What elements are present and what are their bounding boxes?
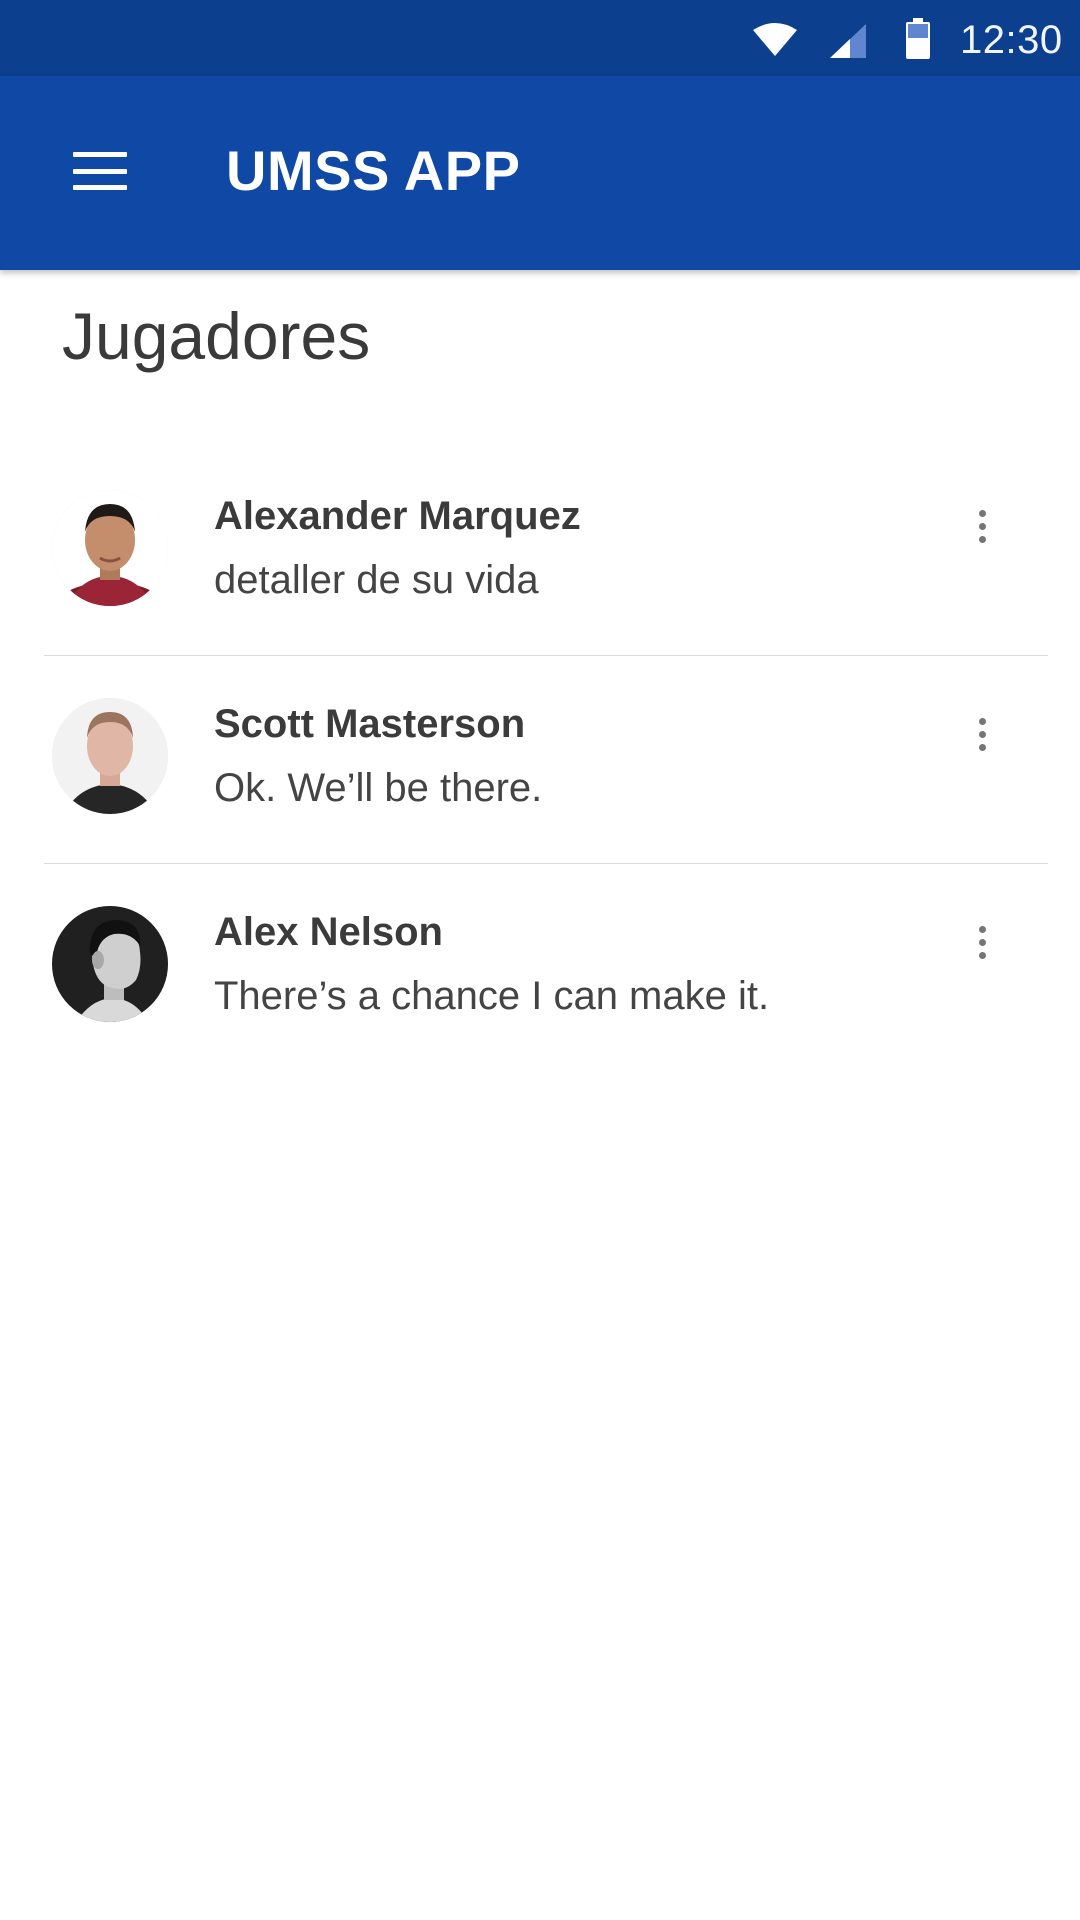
- more-vert-icon: [978, 925, 986, 959]
- menu-button[interactable]: [58, 136, 142, 206]
- player-message: detaller de su vida: [214, 558, 539, 602]
- more-options-button[interactable]: [952, 494, 1012, 558]
- more-vert-icon: [978, 509, 986, 543]
- status-time: 12:30: [960, 18, 1063, 62]
- app-bar: UMSS APP: [0, 76, 1080, 270]
- list-item[interactable]: Alex Nelson There’s a chance I can make …: [0, 864, 1080, 1072]
- list-item[interactable]: Alexander Marquez detaller de su vida: [0, 448, 1080, 656]
- more-options-button[interactable]: [952, 702, 1012, 766]
- more-options-button[interactable]: [952, 910, 1012, 974]
- avatar: [52, 698, 168, 814]
- status-bar: 12:30: [0, 0, 1080, 76]
- more-vert-icon: [978, 717, 986, 751]
- app-title: UMSS APP: [226, 139, 521, 202]
- avatar: [52, 490, 168, 606]
- player-message: Ok. We’ll be there.: [214, 766, 543, 810]
- player-name: Alex Nelson: [214, 910, 443, 954]
- player-name: Scott Masterson: [214, 702, 526, 746]
- page-title: Jugadores: [62, 299, 371, 373]
- avatar: [52, 906, 168, 1022]
- player-name: Alexander Marquez: [214, 494, 581, 538]
- player-list: Alexander Marquez detaller de su vida Sc…: [0, 448, 1080, 1072]
- player-message: There’s a chance I can make it.: [214, 974, 770, 1018]
- signal-icon: [828, 22, 868, 60]
- wifi-icon: [752, 22, 798, 58]
- list-item[interactable]: Scott Masterson Ok. We’ll be there.: [0, 656, 1080, 864]
- menu-icon: [73, 152, 127, 190]
- battery-icon: [904, 18, 932, 60]
- app-screen: 12:30 UMSS APP Jugadores Alexander Marqu…: [0, 0, 1080, 1920]
